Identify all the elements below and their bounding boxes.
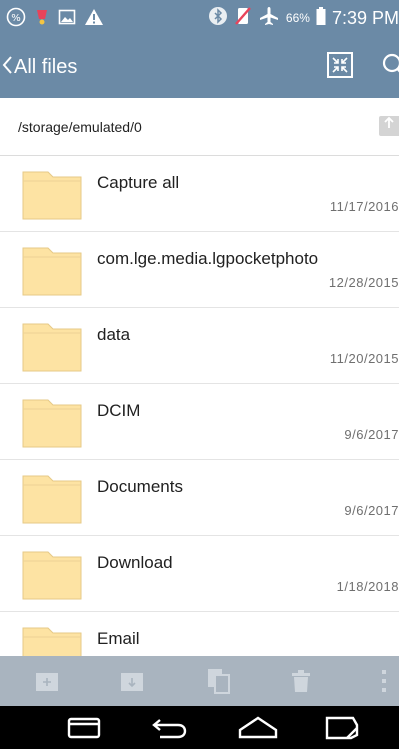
list-item[interactable]: Capture all 11/17/2016	[0, 156, 399, 232]
no-sim-icon	[234, 6, 252, 31]
list-item[interactable]: data 11/20/2015	[0, 308, 399, 384]
back-button[interactable]: All files	[0, 36, 77, 98]
recent-apps-icon[interactable]	[62, 714, 106, 742]
notification-icon	[34, 7, 50, 32]
current-path: /storage/emulated/0	[18, 119, 142, 135]
file-date: 9/6/2017	[344, 427, 399, 442]
folder-icon	[22, 475, 82, 524]
app-bar: All files	[0, 36, 399, 98]
file-name: Capture all	[97, 173, 180, 192]
file-name: Documents	[97, 477, 183, 496]
file-name: DCIM	[97, 401, 141, 420]
path-bar: /storage/emulated/0	[0, 98, 399, 156]
list-item[interactable]: Documents 9/6/2017	[0, 460, 399, 536]
file-name: com.lge.media.lgpocketphoto	[97, 249, 319, 268]
folder-icon	[22, 171, 82, 220]
battery-percent: 66%	[285, 11, 310, 25]
list-item[interactable]: Download 1/18/2018	[0, 536, 399, 612]
navigation-bar	[0, 706, 399, 749]
file-date: 9/6/2017	[344, 503, 399, 518]
back-icon[interactable]	[148, 714, 192, 742]
file-date: 12/28/2015	[328, 275, 399, 290]
folder-icon	[22, 247, 82, 296]
folder-icon	[22, 551, 82, 600]
up-arrow-icon[interactable]	[379, 116, 399, 136]
back-chevron-icon	[0, 54, 14, 81]
airplane-mode-icon	[258, 6, 280, 31]
folder-icon	[22, 399, 82, 448]
warning-icon	[84, 8, 104, 31]
status-time: 7:39 PM	[331, 8, 399, 28]
collapse-icon[interactable]	[327, 51, 353, 83]
folder-icon	[22, 627, 82, 656]
list-item[interactable]: Email	[0, 612, 399, 656]
move-icon[interactable]	[118, 666, 146, 696]
status-left-icons: %	[6, 7, 104, 32]
file-name: Email	[97, 629, 140, 648]
list-item[interactable]: DCIM 9/6/2017	[0, 384, 399, 460]
file-date: 1/18/2018	[336, 579, 399, 594]
bluetooth-icon	[208, 6, 228, 31]
page-title: All files	[14, 56, 78, 78]
copy-icon[interactable]	[205, 666, 233, 696]
file-date: 11/20/2015	[329, 351, 399, 366]
file-name: data	[97, 325, 131, 344]
folder-icon	[22, 323, 82, 372]
list-item[interactable]: com.lge.media.lgpocketphoto 12/28/2015	[0, 232, 399, 308]
svg-text:%: %	[11, 13, 21, 24]
home-icon[interactable]	[236, 714, 280, 742]
image-icon	[58, 8, 76, 31]
status-bar: % 66% 7:39 PM	[0, 0, 399, 36]
percent-circle-icon: %	[6, 7, 26, 32]
file-list: Capture all 11/17/2016 com.lge.media.lgp…	[0, 156, 399, 656]
search-icon[interactable]	[379, 52, 399, 83]
status-right-icons: 66% 7:39 PM	[208, 6, 399, 31]
dual-window-icon[interactable]	[320, 714, 364, 742]
bottom-toolbar	[0, 656, 399, 706]
file-name: Download	[97, 553, 173, 572]
more-vert-icon[interactable]	[376, 666, 392, 696]
battery-icon	[316, 6, 326, 31]
new-folder-icon[interactable]	[34, 666, 60, 696]
app-bar-actions	[327, 36, 399, 98]
file-date: 11/17/2016	[329, 199, 399, 214]
delete-icon[interactable]	[288, 666, 314, 696]
